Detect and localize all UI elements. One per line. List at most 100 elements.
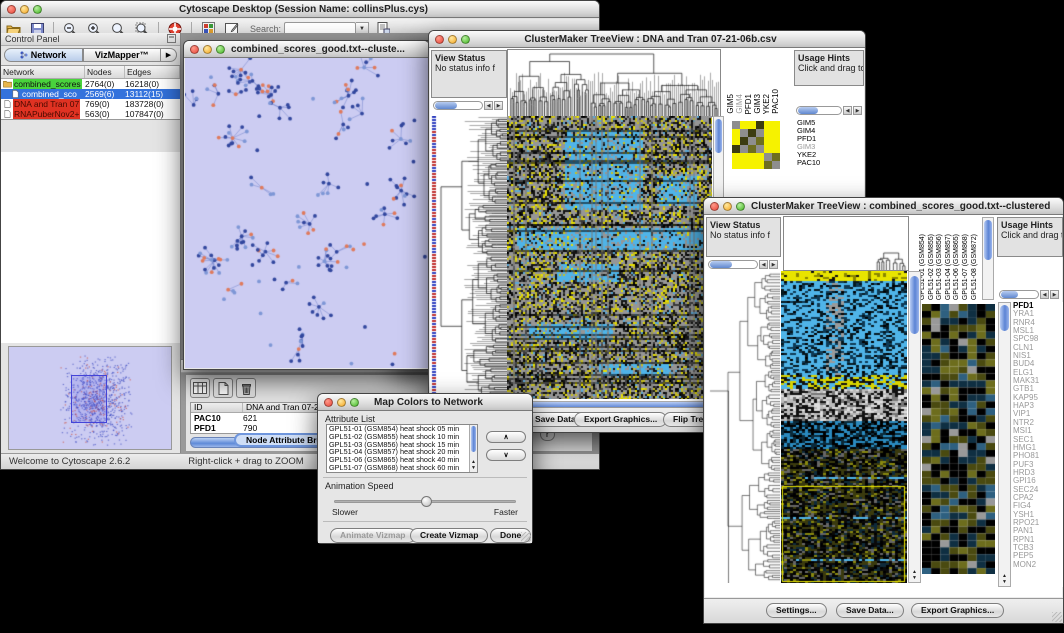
search-label: Search:: [250, 24, 281, 34]
resize-grip[interactable]: [1052, 612, 1062, 622]
minimize-button[interactable]: [203, 45, 212, 54]
usage-hints-scrollbar[interactable]: ◀▶: [999, 290, 1059, 299]
move-down-button[interactable]: ∨: [486, 449, 526, 461]
minimize-button[interactable]: [448, 35, 457, 44]
network-table-header: Network Nodes Edges: [1, 66, 180, 79]
network-table-row[interactable]: RNAPuberNov2+563(0)107847(0): [1, 109, 180, 119]
save-data-button[interactable]: Save Data...: [836, 603, 904, 618]
zoom-button[interactable]: [736, 202, 745, 211]
matrix-cell: [740, 161, 748, 169]
close-button[interactable]: [7, 5, 16, 14]
usage-hints-text: Click and drag to: [1001, 230, 1063, 240]
usage-hints-panel: Usage Hints Click and drag to: [997, 217, 1063, 257]
column-dendrogram[interactable]: [783, 216, 909, 271]
network1-canvas-area[interactable]: [185, 58, 428, 368]
column-dendrogram[interactable]: [507, 49, 721, 117]
matrix-cell: [732, 121, 740, 129]
control-panel: Control Panel Network VizMapper™ ▶ Netwo…: [1, 33, 181, 453]
column-label: GPL51-02 (GSM855): [928, 234, 937, 300]
export-graphics-button[interactable]: Export Graphics...: [911, 603, 1004, 618]
close-button[interactable]: [324, 398, 333, 407]
attribute-list-item[interactable]: GPL51-07 (GSM868) heat shock 60 min: [327, 464, 477, 472]
animation-speed-slider[interactable]: [334, 500, 516, 503]
view-status-text: No status info f: [710, 230, 770, 240]
attribute-listbox[interactable]: GPL51-01 (GSM854) heat shock 05 minGPL51…: [326, 424, 478, 473]
control-panel-title: Control Panel: [5, 34, 60, 44]
correlation-matrix[interactable]: [732, 121, 780, 169]
matrix-cell: [748, 161, 756, 169]
column-label: GPL51-06 (GSM865): [953, 234, 962, 300]
column-label: GIM4: [735, 94, 744, 114]
gene-label[interactable]: MON2: [1013, 561, 1063, 569]
create-vizmap-button[interactable]: Create Vizmap: [410, 528, 488, 543]
matrix-cell: [748, 145, 756, 153]
matrix-cell: [748, 137, 756, 145]
view-status-text: No status info f: [435, 63, 495, 73]
delete-attribute-icon[interactable]: [236, 378, 256, 398]
desktop: Cytoscape Desktop (Session Name: collins…: [0, 0, 1064, 633]
column-labels: GPL51-01 (GSM854)GPL51-02 (GSM855)GPL51-…: [919, 217, 981, 300]
float-panel-icon[interactable]: [167, 34, 176, 44]
row-dendrogram[interactable]: [438, 116, 507, 399]
window-controls: [1, 5, 48, 14]
gene-label-list[interactable]: PFD1YRA1RNR4MSL1SPC98CLN1NIS1BUD4ELG1MAK…: [1013, 302, 1063, 587]
section-divider: [323, 521, 527, 522]
resize-grip[interactable]: [521, 532, 531, 542]
column-label: GPL51-03 (GSM856): [936, 234, 945, 300]
matrix-row-labels: GIM5GIM4PFD1GIM3YKE2PAC10: [797, 119, 820, 167]
slider-thumb[interactable]: [421, 496, 432, 507]
main-heatmap[interactable]: [507, 116, 712, 399]
zoom-button[interactable]: [216, 45, 225, 54]
close-button[interactable]: [710, 202, 719, 211]
treeview2-titlebar[interactable]: ClusterMaker TreeView : combined_scores_…: [704, 198, 1063, 215]
zoom-submap[interactable]: [922, 304, 995, 574]
minimize-button[interactable]: [20, 5, 29, 14]
zoom-button[interactable]: [350, 398, 359, 407]
view-status-scrollbar[interactable]: ◀▶: [433, 101, 503, 110]
zoom-button[interactable]: [461, 35, 470, 44]
move-up-button[interactable]: ∧: [486, 431, 526, 443]
attribute-list-scrollbar[interactable]: ▲▼: [469, 425, 477, 472]
overview-viewport-rect[interactable]: [71, 375, 107, 423]
usage-hints-text: Click and drag to: [798, 63, 864, 73]
export-graphics-button[interactable]: Export Graphics...: [574, 412, 667, 427]
minimize-button[interactable]: [337, 398, 346, 407]
attribute-list-label: Attribute List: [325, 414, 375, 424]
heatmap-vscrollbar[interactable]: ▲▼: [908, 271, 921, 583]
view-status-title: View Status: [710, 220, 777, 230]
genelist-scrollbar[interactable]: ▲▼: [998, 302, 1011, 587]
select-attributes-icon[interactable]: [190, 378, 210, 398]
matrix-cell: [772, 153, 780, 161]
network-overview-thumbnail[interactable]: [8, 346, 172, 450]
usage-hints-scrollbar[interactable]: ◀▶: [796, 106, 862, 115]
column-labels-scrollbar[interactable]: [982, 217, 994, 300]
minimize-button[interactable]: [723, 202, 732, 211]
column-labels: GIM5GIM4PFD1GIM3YKE2PAC10: [726, 52, 786, 114]
network1-title: combined_scores_good.txt--cluste...: [231, 44, 429, 55]
animation-speed-label: Animation Speed: [325, 481, 394, 491]
network-table-row[interactable]: combined_scores2764(0)16218(0): [1, 79, 180, 89]
close-button[interactable]: [190, 45, 199, 54]
treeview1-titlebar[interactable]: ClusterMaker TreeView : DNA and Tran 07-…: [429, 31, 865, 48]
dialog-titlebar[interactable]: Map Colors to Network: [318, 394, 532, 411]
network1-titlebar[interactable]: combined_scores_good.txt--cluste...: [184, 41, 429, 58]
tab-overflow-arrow[interactable]: ▶: [161, 48, 177, 62]
row-dendrogram[interactable]: [708, 271, 780, 583]
view-status-panel: View Status No status info f: [431, 50, 507, 98]
matrix-cell: [732, 153, 740, 161]
view-status-scrollbar[interactable]: ◀▶: [708, 260, 778, 269]
animate-vizmap-button[interactable]: Animate Vizmap: [330, 528, 416, 543]
matrix-cell: [772, 137, 780, 145]
main-titlebar[interactable]: Cytoscape Desktop (Session Name: collins…: [1, 1, 599, 18]
matrix-cell: [756, 145, 764, 153]
main-heatmap[interactable]: [781, 271, 907, 583]
network-table-row[interactable]: DNA and Tran 07769(0)183728(0): [1, 99, 180, 109]
new-attribute-icon[interactable]: [213, 378, 233, 398]
settings-button[interactable]: Settings...: [766, 603, 827, 618]
matrix-cell: [740, 145, 748, 153]
network-table-row[interactable]: combined_sco2569(6)13112(15): [1, 89, 180, 99]
zoom-button[interactable]: [33, 5, 42, 14]
tab-vizmapper[interactable]: VizMapper™: [83, 48, 162, 62]
close-button[interactable]: [435, 35, 444, 44]
tab-network[interactable]: Network: [4, 48, 83, 62]
